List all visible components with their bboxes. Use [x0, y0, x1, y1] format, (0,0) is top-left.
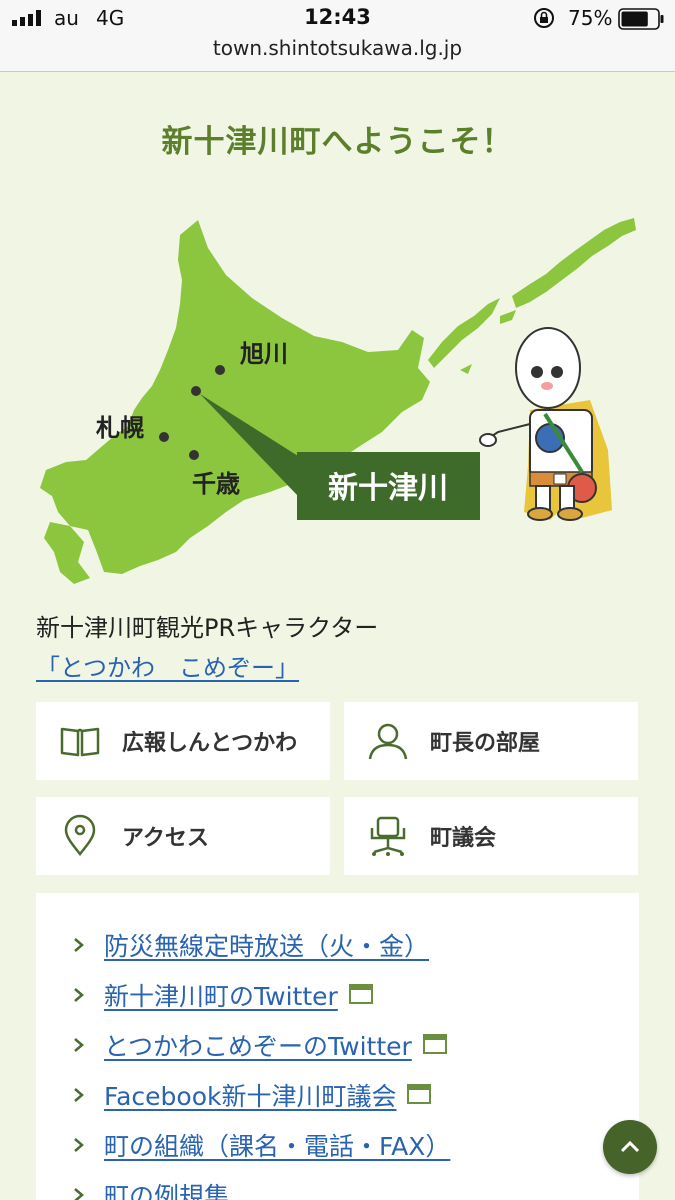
link-bousai-radio[interactable]: 防災無線定時放送（火・金）	[72, 927, 429, 963]
scroll-to-top-button[interactable]	[603, 1120, 657, 1174]
tile-koho-shintotsukawa[interactable]: 広報しんとつかわ	[36, 702, 330, 780]
battery-icon	[618, 8, 664, 30]
external-window-icon	[407, 1084, 432, 1104]
open-book-icon	[60, 727, 100, 757]
link-komezo-twitter[interactable]: とつかわこめぞーのTwitter	[72, 1027, 448, 1063]
shintotsukawa-label: 新十津川	[328, 471, 448, 506]
link-town-regulations[interactable]: 町の例規集	[72, 1177, 229, 1200]
battery-percent: 75%	[568, 6, 613, 30]
tile-mayors-room[interactable]: 町長の部屋	[344, 702, 638, 780]
shintotsukawa-dot	[191, 386, 201, 396]
link-label[interactable]: とつかわこめぞーのTwitter	[104, 1027, 412, 1063]
tile-label: 広報しんとつかわ	[122, 731, 298, 756]
map-pin-icon	[64, 814, 96, 857]
komezo-link[interactable]: 「とつかわ こめぞー」	[36, 648, 299, 683]
chevron-right-icon	[74, 938, 84, 952]
chevron-right-icon	[74, 1088, 84, 1102]
chevron-right-icon	[74, 1138, 84, 1152]
sapporo-label: 札幌	[95, 414, 144, 442]
asahikawa-label: 旭川	[239, 340, 288, 368]
chevron-right-icon	[74, 1188, 84, 1200]
link-label[interactable]: 新十津川町のTwitter	[104, 977, 338, 1013]
rotation-lock-icon	[534, 8, 554, 28]
hokkaido-landmass	[40, 220, 430, 574]
link-label[interactable]: 町の例規集	[104, 1177, 229, 1200]
tile-label: 町長の部屋	[430, 731, 541, 756]
link-label[interactable]: Facebook新十津川町議会	[104, 1077, 396, 1113]
chevron-right-icon	[74, 988, 84, 1002]
chitose-label: 千歳	[192, 470, 240, 498]
status-bar: au 4G 12:43 75% town.shintotsukawa.lg.jp	[0, 0, 675, 72]
chevron-right-icon	[74, 1038, 84, 1052]
chevron-up-icon	[620, 1140, 640, 1153]
welcome-heading: 新十津川町へようこそ！	[161, 124, 514, 160]
link-town-twitter[interactable]: 新十津川町のTwitter	[72, 977, 374, 1013]
hokkaido-map[interactable]: 旭川 札幌 千歳 新十津川	[30, 200, 645, 590]
pr-character-caption: 新十津川町観光PRキャラクター	[36, 614, 379, 642]
komezo-mascot-illustration	[479, 327, 612, 521]
oshima-peninsula	[44, 522, 90, 584]
tile-town-assembly[interactable]: 町議会	[344, 797, 638, 875]
person-icon	[368, 723, 408, 760]
link-town-organization[interactable]: 町の組織（課名・電話・FAX）	[72, 1127, 450, 1163]
link-facebook-assembly[interactable]: Facebook新十津川町議会	[72, 1077, 432, 1113]
quick-links-panel: 防災無線定時放送（火・金） 新十津川町のTwitter とつかわこめぞーのTwi…	[36, 893, 639, 1200]
asahikawa-dot	[215, 365, 225, 375]
tile-access[interactable]: アクセス	[36, 797, 330, 875]
external-window-icon	[422, 1034, 447, 1054]
tile-label: 町議会	[430, 826, 497, 851]
link-label[interactable]: 防災無線定時放送（火・金）	[104, 927, 429, 963]
external-window-icon	[348, 984, 373, 1004]
link-label[interactable]: 町の組織（課名・電話・FAX）	[104, 1127, 450, 1163]
chitose-dot	[189, 450, 199, 460]
office-chair-icon	[370, 816, 406, 856]
tile-label: アクセス	[122, 826, 209, 851]
address-bar-url[interactable]: town.shintotsukawa.lg.jp	[0, 36, 675, 60]
sapporo-dot	[159, 432, 169, 442]
